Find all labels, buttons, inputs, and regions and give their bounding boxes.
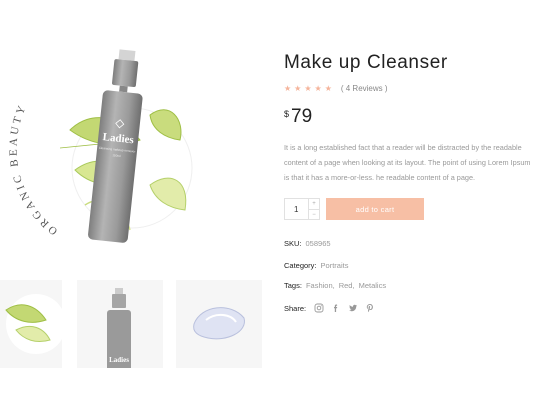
pinterest-icon[interactable] <box>365 303 375 313</box>
category-link[interactable]: Portraits <box>321 261 349 270</box>
thumbnail-cream-texture[interactable] <box>176 280 262 368</box>
tag-link[interactable]: Fashion <box>306 281 333 290</box>
star-icon: ★ <box>304 84 312 93</box>
star-icon: ★ <box>294 84 302 93</box>
sku-label: SKU: <box>284 239 302 248</box>
star-icon: ★ <box>314 84 322 93</box>
quantity-buttons: + − <box>308 199 319 219</box>
description-line: is that it has a more-or-less. he readab… <box>284 173 476 182</box>
sku-row: SKU: 058965 <box>284 239 331 248</box>
thumbnail-strip: Ladies <box>0 280 270 368</box>
tags-label: Tags: <box>284 281 302 290</box>
quantity-decrease-button[interactable]: − <box>309 210 319 220</box>
product-rating: ★ ★ ★ ★ ★ ( 4 Reviews ) <box>284 84 388 93</box>
price-amount: 79 <box>291 106 313 127</box>
organic-beauty-arc-text: ORGANIC BEAUTY <box>8 102 60 238</box>
svg-text:Ladies: Ladies <box>109 356 129 364</box>
category-row: Category: Portraits <box>284 261 348 270</box>
price-currency: $ <box>284 109 290 119</box>
thumbnail-leaves[interactable] <box>0 280 62 368</box>
star-icon: ★ <box>284 84 292 93</box>
description-line: It is a long established fact that a rea… <box>284 143 522 152</box>
sku-value: 058965 <box>305 239 331 248</box>
reviews-count-link[interactable]: ( 4 Reviews ) <box>341 84 388 93</box>
quantity-stepper[interactable]: 1 + − <box>284 198 320 220</box>
product-main-image[interactable]: ORGANIC BEAUTY Ladies Cleansing makeup r… <box>0 20 270 270</box>
thumbnail-bottle[interactable]: Ladies <box>77 280 163 368</box>
facebook-icon[interactable] <box>331 303 341 313</box>
share-label: Share: <box>284 303 307 313</box>
share-row: Share: <box>284 303 382 313</box>
twitter-icon[interactable] <box>348 303 358 313</box>
product-price: $ 79 <box>284 106 312 128</box>
instagram-icon[interactable] <box>314 303 324 313</box>
tag-link[interactable]: Metalics <box>359 281 387 290</box>
product-info: Make up Cleanser ★ ★ ★ ★ ★ ( 4 Reviews )… <box>284 0 550 407</box>
description-line: content of a page when looking at its la… <box>284 158 531 167</box>
cleanser-bottle-illustration: ORGANIC BEAUTY Ladies Cleansing makeup r… <box>8 49 193 243</box>
add-to-cart-button[interactable]: add to cart <box>326 198 424 220</box>
tag-link[interactable]: Red <box>339 281 353 290</box>
tags-row: Tags: Fashion, Red, Metalics <box>284 281 387 290</box>
quantity-value[interactable]: 1 <box>294 205 298 214</box>
product-description: It is a long established fact that a rea… <box>284 140 550 185</box>
product-title: Make up Cleanser <box>284 52 448 73</box>
product-gallery: ORGANIC BEAUTY Ladies Cleansing makeup r… <box>0 0 270 407</box>
quantity-increase-button[interactable]: + <box>309 199 319 210</box>
star-icon: ★ <box>324 84 332 93</box>
category-label: Category: <box>284 261 317 270</box>
